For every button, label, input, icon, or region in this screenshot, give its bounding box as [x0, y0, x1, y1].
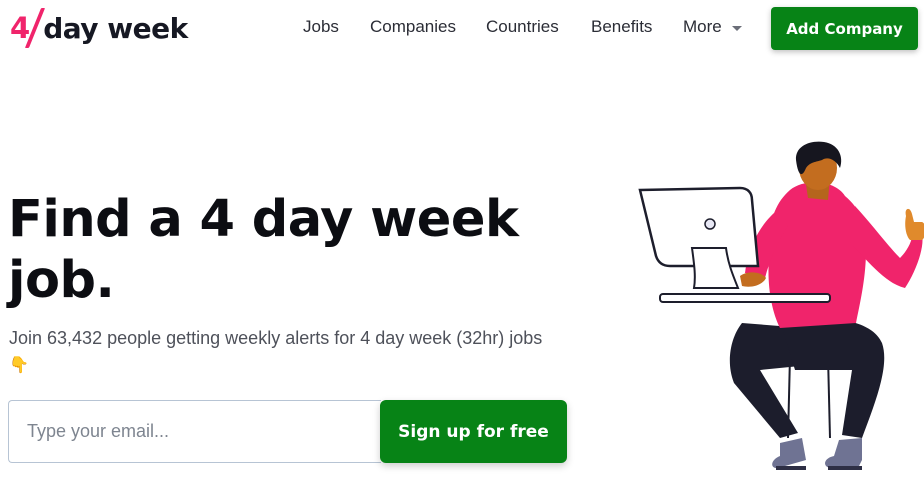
signup-form: Sign up for free: [8, 400, 568, 463]
nav-more-label: More: [683, 17, 722, 36]
add-company-button[interactable]: Add Company: [771, 7, 918, 50]
hero-title: Find a 4 day week job.: [8, 190, 519, 310]
hero-subtitle-text: Join 63,432 people getting weekly alerts…: [9, 328, 543, 348]
nav-countries[interactable]: Countries: [486, 17, 559, 37]
chevron-down-icon: [731, 25, 742, 31]
nav-more-dropdown[interactable]: More: [683, 17, 742, 37]
hoodie-illustration: [745, 182, 923, 328]
desk-illustration: [659, 293, 831, 303]
legs-illustration: [729, 318, 885, 438]
person-at-computer-illustration: [638, 141, 924, 470]
nav-benefits[interactable]: Benefits: [591, 17, 652, 37]
email-input[interactable]: [8, 400, 381, 463]
nav-jobs[interactable]: Jobs: [303, 17, 339, 37]
pointing-down-hand-icon: 👇: [9, 357, 29, 374]
shoes-illustration: [772, 438, 862, 470]
signup-button[interactable]: Sign up for free: [380, 400, 567, 463]
nav-companies[interactable]: Companies: [370, 17, 456, 37]
thumbs-up-hand-illustration: [905, 209, 924, 240]
hero-subtitle: Join 63,432 people getting weekly alerts…: [9, 325, 569, 379]
computer-monitor-illustration: [638, 186, 760, 289]
